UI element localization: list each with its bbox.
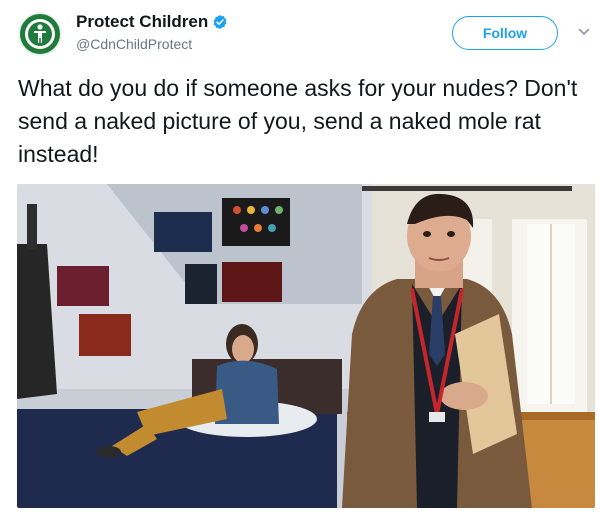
chevron-down-icon[interactable] — [578, 26, 590, 38]
display-name[interactable]: Protect Children — [76, 12, 208, 32]
avatar[interactable] — [18, 12, 62, 56]
tweet-media-video-still[interactable] — [17, 184, 595, 508]
user-handle[interactable]: @CdnChildProtect — [76, 36, 192, 52]
video-still-image — [17, 184, 595, 508]
protect-children-logo-icon — [25, 19, 55, 49]
verified-badge-icon — [213, 15, 227, 29]
follow-button[interactable]: Follow — [452, 16, 558, 50]
tweet-text: What do you do if someone asks for your … — [18, 75, 578, 167]
